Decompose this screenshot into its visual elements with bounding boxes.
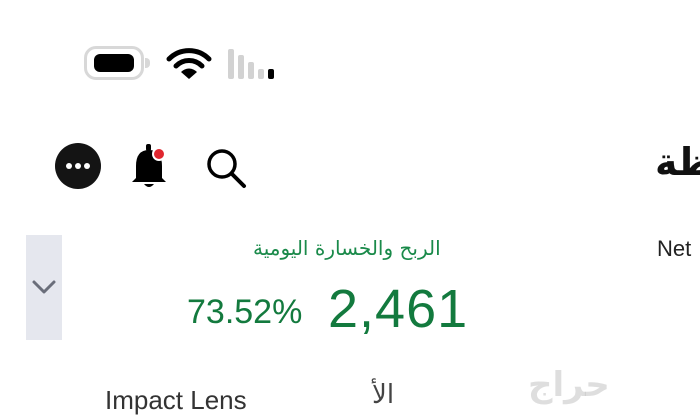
battery-icon — [84, 46, 150, 80]
wifi-icon — [166, 46, 212, 82]
net-label: Net — [657, 236, 692, 261]
collapse-toggle-button[interactable] — [26, 235, 62, 340]
tab-arabic[interactable]: الأ — [372, 380, 394, 410]
search-button[interactable] — [204, 146, 248, 190]
chevron-down-icon — [32, 280, 56, 294]
more-options-icon — [66, 163, 72, 169]
watermark: حراج — [528, 365, 610, 405]
notification-badge — [152, 147, 166, 161]
cellular-signal-icon — [228, 49, 278, 79]
daily-pl-label: الربح والخسارة اليومية — [253, 236, 441, 260]
daily-pl-value: 2,461 — [328, 279, 469, 339]
daily-pl-percent: 73.52% — [187, 293, 303, 331]
search-icon — [207, 149, 246, 188]
tab-impact-lens[interactable]: Impact Lens — [105, 385, 247, 416]
notification-bell-icon — [132, 144, 166, 187]
more-options-button[interactable] — [55, 143, 101, 189]
page-title: ظة — [655, 140, 700, 184]
notification-bell-button[interactable] — [128, 142, 170, 190]
